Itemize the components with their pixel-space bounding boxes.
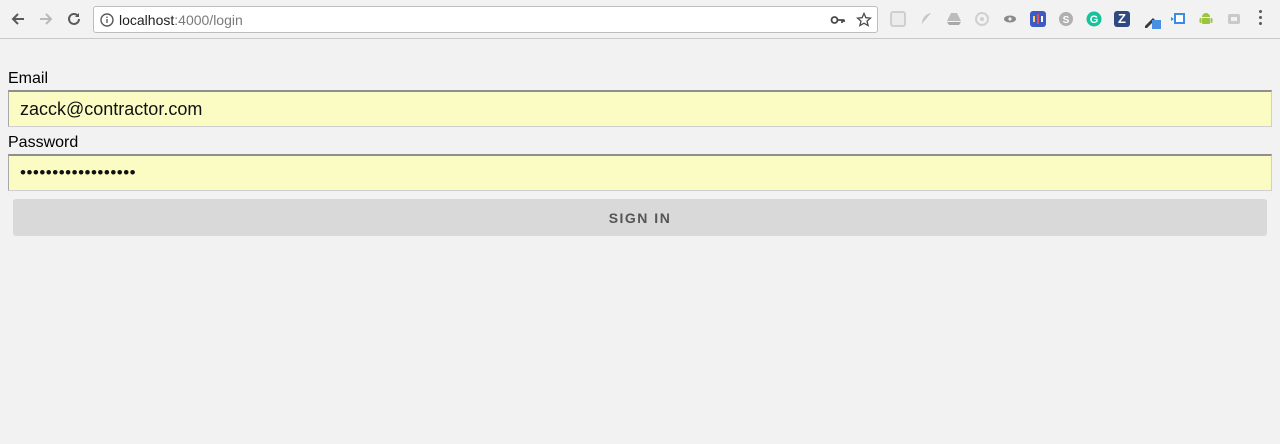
back-button[interactable] <box>7 8 29 30</box>
forward-arrow-icon <box>40 13 53 25</box>
eyedropper-ext-icon[interactable] <box>1142 11 1161 29</box>
grammarly-ext-icon[interactable]: G <box>1086 11 1102 27</box>
calendar-ext-icon[interactable] <box>1170 11 1186 27</box>
columns-ext-icon[interactable] <box>1030 11 1046 27</box>
address-bar[interactable]: localhost:4000/login <box>93 6 878 33</box>
forward-button[interactable] <box>35 8 57 30</box>
browser-toolbar: localhost:4000/login S G Z <box>0 0 1280 39</box>
reload-button[interactable] <box>63 8 85 30</box>
reload-icon <box>68 12 80 25</box>
browser-menu-icon[interactable] <box>1256 10 1264 28</box>
svg-text:S: S <box>1063 15 1070 26</box>
bookmark-star-icon[interactable] <box>856 12 872 28</box>
email-label: Email <box>8 70 49 87</box>
android-ext-icon[interactable] <box>1198 11 1214 27</box>
eye-ext-icon[interactable] <box>1002 11 1018 27</box>
target-ext-icon[interactable] <box>974 11 990 27</box>
svg-text:G: G <box>1090 14 1099 26</box>
key-icon[interactable] <box>830 12 846 28</box>
password-field[interactable]: •••••••••••••••••• <box>8 154 1272 191</box>
url-host: localhost <box>119 12 175 28</box>
z-ext-icon[interactable]: Z <box>1114 11 1130 27</box>
drive-ext-icon[interactable] <box>946 11 962 27</box>
info-icon[interactable] <box>99 12 115 28</box>
grid-ext-icon[interactable] <box>890 11 906 27</box>
sign-in-button[interactable]: SIGN IN <box>13 199 1267 236</box>
password-label: Password <box>8 134 79 151</box>
url-text[interactable]: localhost:4000/login <box>119 12 243 28</box>
back-arrow-icon <box>11 13 24 25</box>
skype-ext-icon[interactable]: S <box>1058 11 1074 27</box>
z-ext-letter: Z <box>1118 11 1126 26</box>
feather-ext-icon[interactable] <box>918 11 934 27</box>
cast-ext-icon[interactable] <box>1226 11 1242 27</box>
email-field[interactable] <box>8 90 1272 127</box>
url-path: :4000/login <box>174 12 243 28</box>
